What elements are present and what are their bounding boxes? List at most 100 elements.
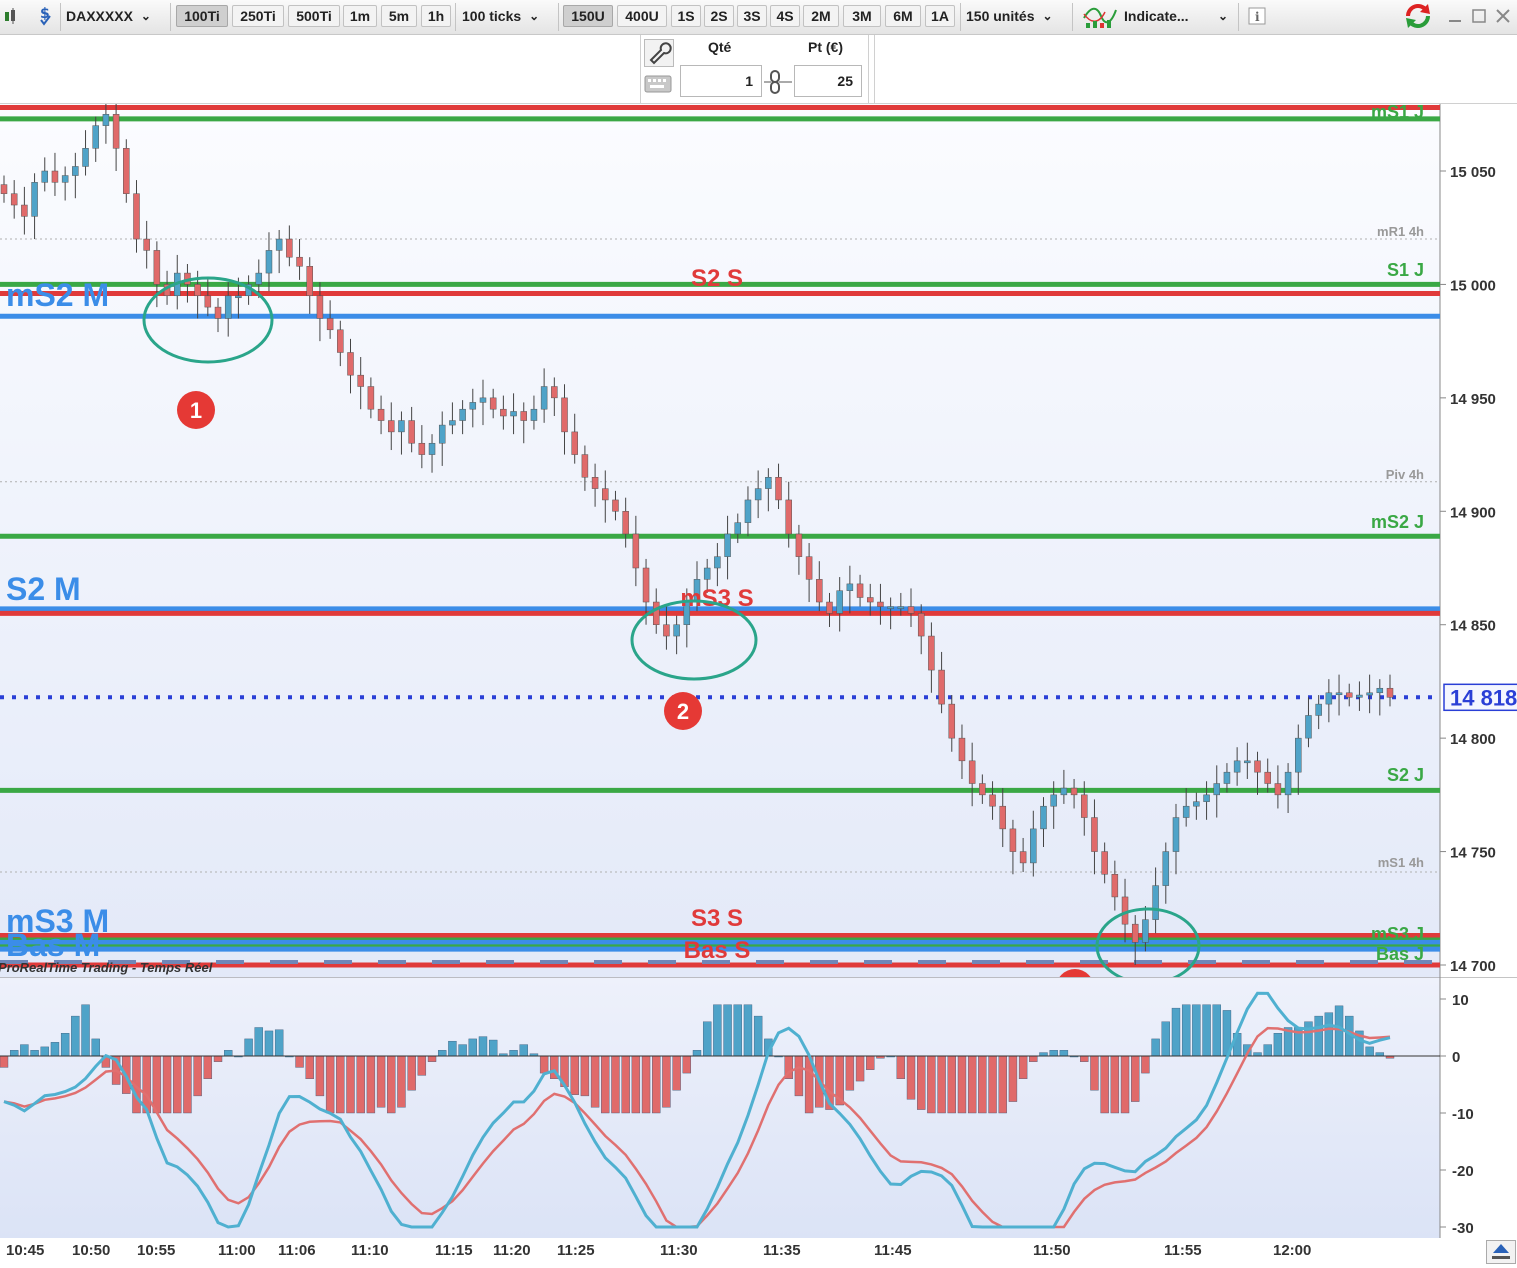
osc-bar: [193, 1055, 202, 1097]
candle: [1305, 715, 1312, 739]
osc-bar: [1090, 1055, 1099, 1091]
candle: [275, 238, 283, 251]
osc-bar: [488, 1039, 498, 1057]
level-label-right: mS1 4h: [1378, 855, 1424, 870]
osc-bar: [458, 1044, 467, 1057]
candle: [1264, 771, 1271, 784]
level-label-right: mS3 J: [1371, 924, 1424, 944]
osc-tick-label: -10: [1452, 1106, 1474, 1123]
osc-bar: [753, 1015, 763, 1057]
scroll-up-icon[interactable]: [1486, 1240, 1516, 1264]
btn-1a[interactable]: 1A: [925, 5, 955, 27]
maximize-icon[interactable]: [1468, 5, 1490, 27]
close-icon[interactable]: [1492, 5, 1514, 27]
candle: [836, 590, 843, 614]
btn-2s[interactable]: 2S: [704, 5, 734, 27]
candle: [92, 125, 99, 149]
chevron-down-icon[interactable]: ⌄: [1212, 5, 1234, 27]
instrument-selector[interactable]: DAXXXXX ⌄: [66, 5, 166, 27]
candle: [204, 295, 212, 308]
btn-500ti[interactable]: 500Ti: [288, 5, 340, 27]
osc-bar: [468, 1038, 477, 1057]
osc-bar: [9, 1050, 19, 1057]
candle: [1244, 760, 1251, 764]
candle: [571, 431, 578, 455]
candle: [1325, 692, 1333, 705]
time-label: 11:50: [1033, 1242, 1071, 1259]
btn-1s[interactable]: 1S: [671, 5, 701, 27]
pt-field[interactable]: 25: [794, 65, 862, 97]
price-chart[interactable]: mS2 MS2 MmS3 MBas MS2 SmS3 SS3 SBas SmS1…: [0, 104, 1517, 978]
osc-tick-label: 0: [1452, 1049, 1460, 1066]
osc-bar: [203, 1055, 213, 1079]
osc-bar: [30, 1050, 39, 1057]
wrench-icon[interactable]: [644, 39, 674, 67]
candle: [734, 522, 742, 535]
candle: [500, 408, 507, 417]
btn-3m[interactable]: 3M: [843, 5, 881, 27]
pt-label: Pt (€): [808, 39, 843, 55]
candle: [561, 397, 568, 433]
dollar-icon[interactable]: $: [34, 5, 56, 27]
candle: [958, 737, 966, 762]
indicators-icon[interactable]: [1082, 5, 1118, 28]
candle: [816, 579, 823, 603]
price-tick-label: 14 800: [1450, 731, 1496, 748]
btn-250ti[interactable]: 250Ti: [232, 5, 284, 27]
refresh-icon[interactable]: [1400, 4, 1436, 28]
candle: [1182, 805, 1190, 818]
minimize-icon[interactable]: [1444, 5, 1466, 27]
info-icon[interactable]: i: [1246, 5, 1268, 27]
indicators-button[interactable]: Indicate...: [1124, 5, 1204, 27]
level-label-s2-s: S2 S: [691, 265, 743, 292]
osc-bar: [702, 1021, 712, 1057]
btn-1h[interactable]: 1h: [421, 5, 451, 27]
osc-bar: [641, 1055, 651, 1114]
osc-bar: [1324, 1012, 1334, 1057]
oscillator-panel[interactable]: 10 0 -10 -20 -30: [0, 977, 1517, 1239]
btn-4s[interactable]: 4S: [770, 5, 800, 27]
osc-bar: [173, 1055, 182, 1114]
units-dropdown[interactable]: 150 unités ⌄: [966, 5, 1066, 27]
candle: [1101, 851, 1108, 875]
osc-bar: [305, 1055, 314, 1079]
candle: [551, 386, 558, 399]
marker-label: 1: [190, 398, 202, 423]
osc-bar: [917, 1055, 926, 1110]
osc-bar: [224, 1050, 233, 1057]
qty-field[interactable]: 1: [680, 65, 762, 97]
candle: [235, 295, 242, 299]
btn-400u[interactable]: 400U: [617, 5, 667, 27]
link-icon[interactable]: [764, 69, 792, 95]
btn-5m[interactable]: 5m: [381, 5, 417, 27]
candle: [754, 488, 762, 501]
candle: [102, 114, 110, 126]
btn-6m[interactable]: 6M: [885, 5, 921, 27]
time-label: 11:06: [278, 1242, 316, 1259]
level-label-s3-s: S3 S: [691, 905, 743, 932]
osc-bar: [81, 1004, 90, 1057]
candle: [357, 374, 364, 387]
btn-3s[interactable]: 3S: [737, 5, 767, 27]
osc-bar: [1161, 1021, 1170, 1057]
osc-bar: [1059, 1050, 1069, 1057]
btn-2m[interactable]: 2M: [803, 5, 839, 27]
level-label-right: Bas J: [1376, 944, 1424, 964]
btn-1m[interactable]: 1m: [343, 5, 377, 27]
keyboard-icon[interactable]: [644, 73, 672, 97]
time-label: 12:00: [1273, 1242, 1312, 1259]
osc-bar: [1375, 1052, 1385, 1057]
osc-bar: [274, 1029, 284, 1057]
candle: [1345, 692, 1353, 698]
chart-type-icon[interactable]: [0, 5, 24, 27]
osc-bar: [183, 1055, 192, 1114]
candle: [663, 624, 670, 637]
chevron-down-icon: ⌄: [140, 9, 151, 23]
btn-100ti[interactable]: 100Ti: [176, 5, 228, 27]
osc-bar: [1365, 1046, 1374, 1057]
candle: [703, 567, 711, 580]
candle: [1335, 692, 1343, 696]
candle: [296, 256, 303, 267]
btn-150u[interactable]: 150U: [563, 5, 613, 27]
ticks-dropdown[interactable]: 100 ticks ⌄: [462, 5, 554, 27]
